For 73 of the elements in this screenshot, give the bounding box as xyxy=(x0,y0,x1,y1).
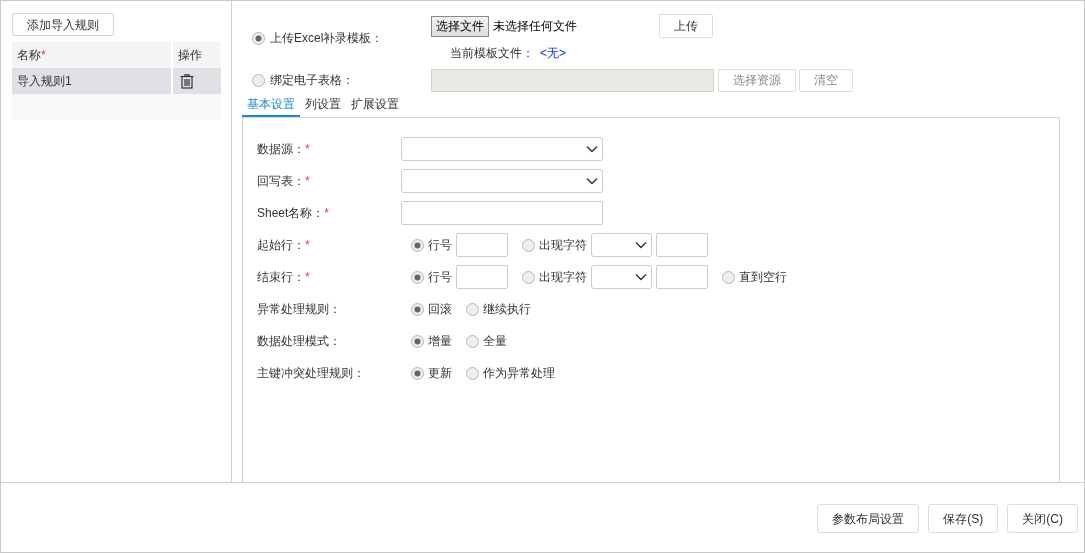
field-label: Sheet名称： xyxy=(257,205,325,222)
radio-button[interactable] xyxy=(466,302,479,316)
text-field[interactable] xyxy=(656,265,708,289)
text-field[interactable] xyxy=(456,265,508,289)
radio-button[interactable] xyxy=(411,270,424,284)
required-mark: * xyxy=(41,47,46,64)
required-mark: * xyxy=(305,141,310,158)
upload-button[interactable]: 上传 xyxy=(659,14,713,38)
chevron-down-icon xyxy=(586,145,598,153)
save-button[interactable]: 保存(S) xyxy=(928,504,999,533)
current-template-value: <无> xyxy=(540,45,566,62)
option-label: 全量 xyxy=(483,333,507,350)
option-label: 直到空行 xyxy=(739,269,787,286)
add-rule-button[interactable]: 添加导入规则 xyxy=(12,13,114,36)
current-template-label: 当前模板文件： xyxy=(450,45,534,62)
option-label: 上传Excel补录模板： xyxy=(270,30,384,47)
field-label: 结束行： xyxy=(257,269,305,286)
option-label: 行号 xyxy=(428,269,452,286)
chevron-down-icon xyxy=(586,177,598,185)
dropdown[interactable] xyxy=(591,233,652,257)
column-header: 操作 xyxy=(178,47,202,64)
resource-field[interactable] xyxy=(431,68,714,92)
radio-button[interactable] xyxy=(466,366,479,380)
choose-file-button[interactable]: 选择文件 xyxy=(431,15,489,37)
option-label: 回滚 xyxy=(428,301,452,318)
field-label: 起始行： xyxy=(257,237,305,254)
field-label: 数据处理模式： xyxy=(257,333,341,350)
radio-button[interactable] xyxy=(411,302,424,316)
required-mark: * xyxy=(324,205,330,222)
option-label: 绑定电子表格： xyxy=(270,72,354,89)
text-field[interactable] xyxy=(456,233,508,257)
field-label: 回写表： xyxy=(257,173,305,190)
required-mark: * xyxy=(305,269,310,286)
dropdown[interactable] xyxy=(401,137,603,161)
radio-button[interactable] xyxy=(722,270,735,284)
tab[interactable]: 列设置 xyxy=(300,93,346,117)
option-label: 出现字符 xyxy=(539,237,587,254)
tab[interactable]: 扩展设置 xyxy=(346,93,404,117)
option-label: 出现字符 xyxy=(539,269,587,286)
choose-resource-button[interactable]: 选择资源 xyxy=(718,68,796,92)
radio-button[interactable] xyxy=(252,73,265,87)
option-label: 继续执行 xyxy=(483,301,531,318)
close-button[interactable]: 关闭(C) xyxy=(1007,504,1078,533)
option-label: 作为异常处理 xyxy=(483,365,555,382)
dropdown[interactable] xyxy=(401,169,603,193)
required-mark: * xyxy=(305,237,310,254)
dropdown[interactable] xyxy=(591,265,652,289)
option-label: 增量 xyxy=(428,333,452,350)
radio-button[interactable] xyxy=(411,366,424,380)
radio-button[interactable] xyxy=(411,238,424,252)
radio-button[interactable] xyxy=(411,334,424,348)
option-label: 更新 xyxy=(428,365,452,382)
layout-settings-button[interactable]: 参数布局设置 xyxy=(817,504,920,533)
file-status-text: 未选择任何文件 xyxy=(493,18,577,35)
radio-button[interactable] xyxy=(252,31,265,45)
field-label: 数据源： xyxy=(257,141,305,158)
table-row[interactable]: 导入规则1 xyxy=(12,68,221,94)
clear-button[interactable]: 清空 xyxy=(799,68,853,92)
chevron-down-icon xyxy=(635,273,647,281)
field-label: 主键冲突处理规则： xyxy=(257,365,365,382)
radio-button[interactable] xyxy=(522,270,535,284)
column-header: 名称 xyxy=(17,47,41,64)
trash-icon[interactable] xyxy=(180,73,194,89)
field-label: 异常处理规则： xyxy=(257,301,341,318)
radio-button[interactable] xyxy=(522,238,535,252)
chevron-down-icon xyxy=(635,241,647,249)
text-field[interactable] xyxy=(401,201,603,225)
option-label: 行号 xyxy=(428,237,452,254)
table-cell-text: 导入规则1 xyxy=(17,73,72,90)
required-mark: * xyxy=(305,173,310,190)
tab[interactable]: 基本设置 xyxy=(242,93,300,117)
radio-button[interactable] xyxy=(466,334,479,348)
text-field[interactable] xyxy=(656,233,708,257)
